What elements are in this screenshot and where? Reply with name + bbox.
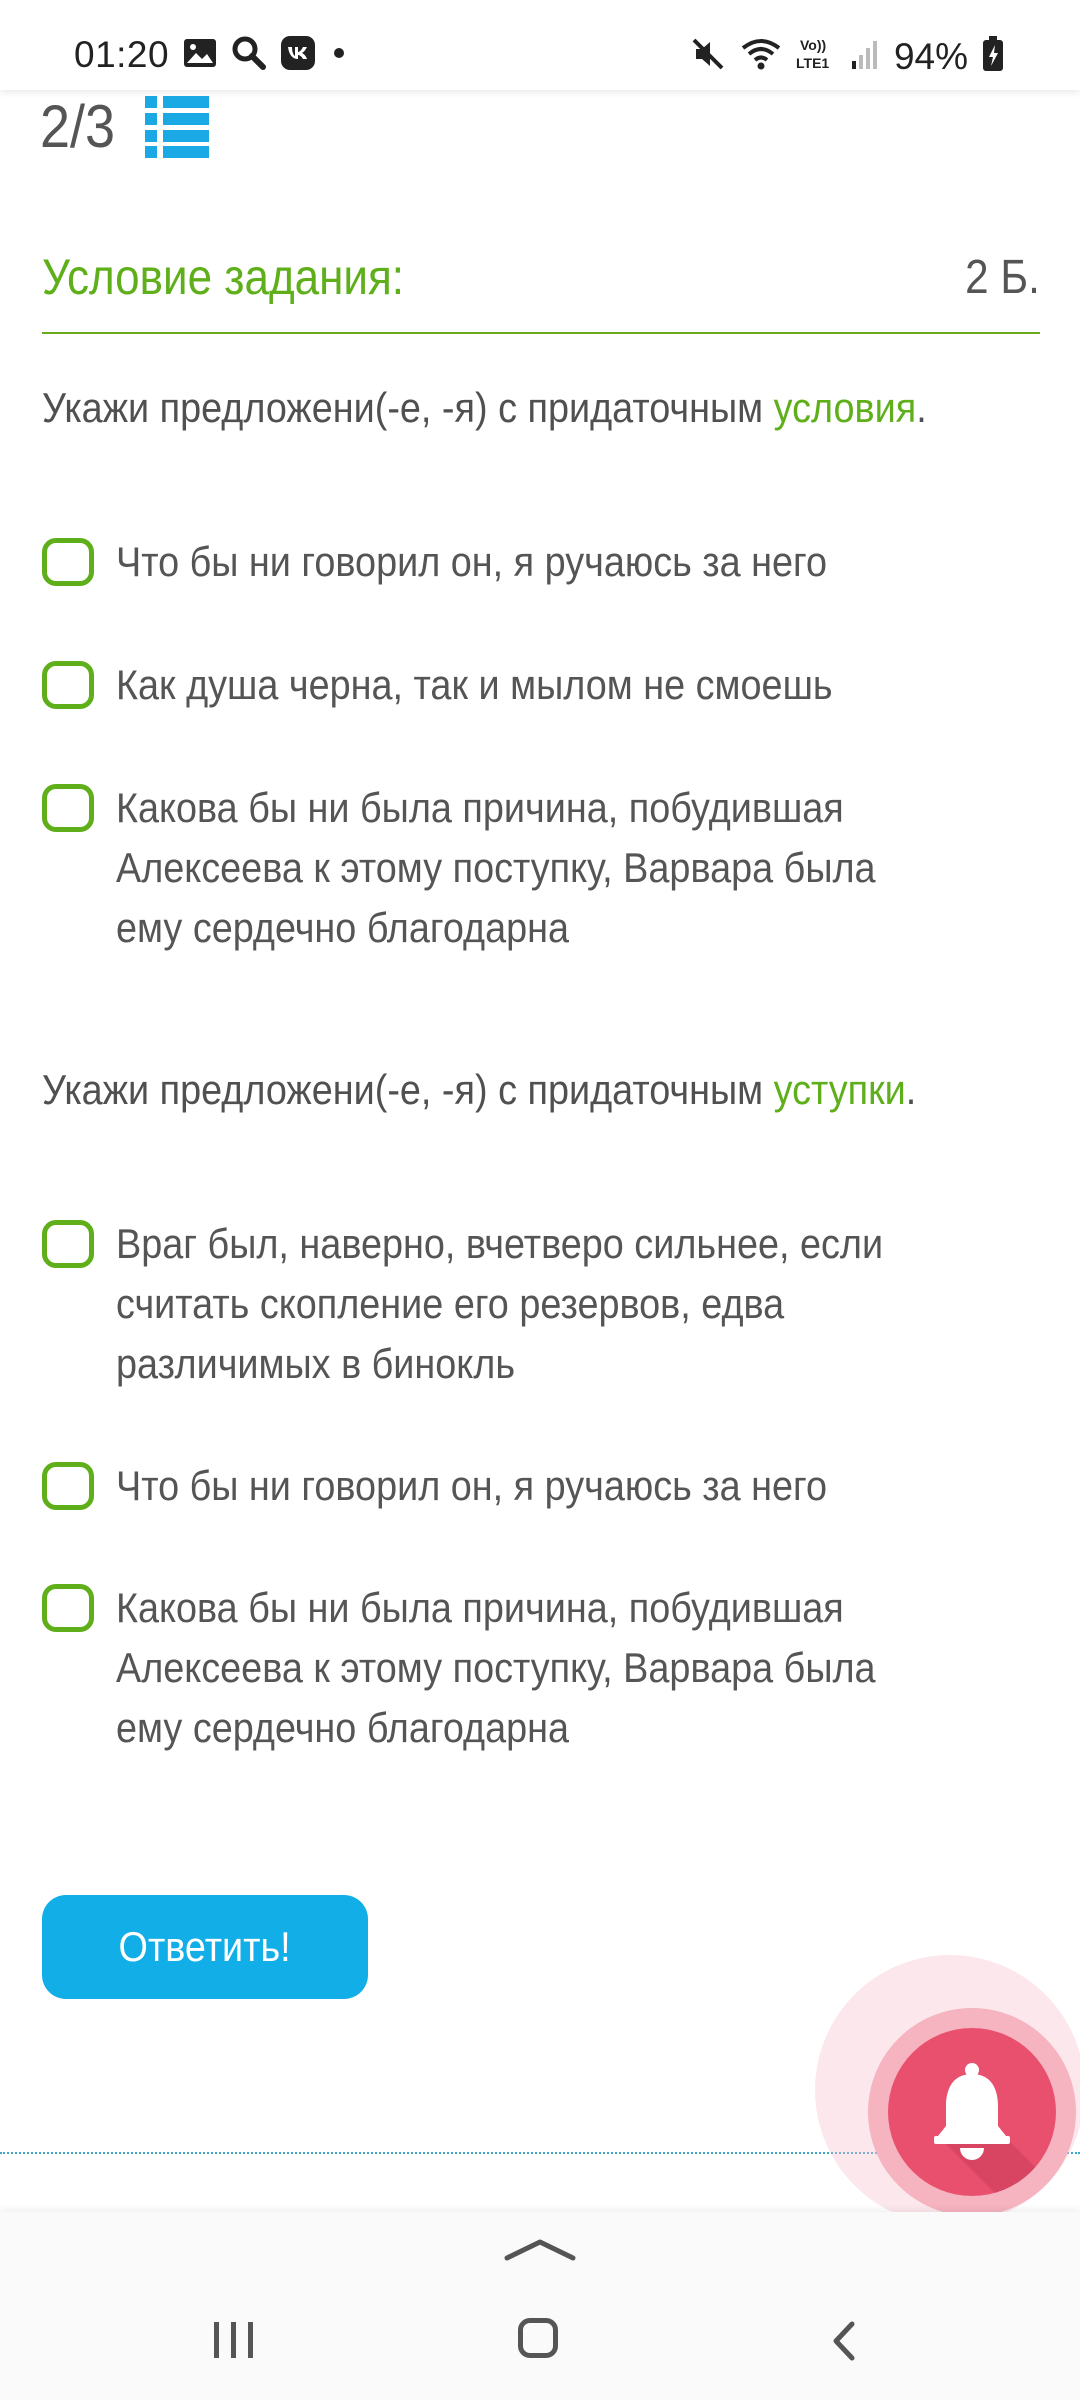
question-suffix: .	[905, 1066, 917, 1113]
image-icon	[183, 38, 217, 73]
signal-icon	[850, 37, 880, 76]
option-text: Как душа черна, так и мылом не смоешь	[116, 661, 833, 708]
question-prefix: Укажи предложени(-е, -я) с придаточным	[42, 1066, 774, 1113]
task-title: Условие задания:	[42, 249, 405, 305]
battery-percent: 94%	[893, 35, 968, 77]
answer-button[interactable]: Ответить!	[42, 1895, 368, 1999]
question-2-prompt: Укажи предложени(-е, -я) с придаточным у…	[42, 1066, 916, 1114]
question-suffix: .	[916, 384, 927, 431]
option-text: Какова бы ни была причина, побудившая Ал…	[116, 784, 876, 951]
question-accent: условия	[773, 384, 917, 431]
option-text: Что бы ни говорил он, я ручаюсь за него	[116, 1462, 828, 1509]
navigation-bar	[0, 2212, 1080, 2400]
checkbox[interactable]	[42, 1462, 94, 1510]
swipe-up-handle-icon[interactable]	[503, 2234, 577, 2269]
checkbox[interactable]	[42, 538, 94, 586]
option-q2-2[interactable]: Что бы ни говорил он, я ручаюсь за него	[42, 1456, 1042, 1516]
checkbox[interactable]	[42, 661, 94, 709]
svg-text:Vo)): Vo))	[800, 37, 826, 53]
option-text: Что бы ни говорил он, я ручаюсь за него	[116, 538, 828, 585]
status-left: 01:20	[74, 34, 349, 76]
question-accent: уступки	[773, 1066, 906, 1113]
option-q2-1[interactable]: Враг был, наверно, вчетверо сильнее, есл…	[42, 1214, 1042, 1394]
option-text: Какова бы ни была причина, побудившая Ал…	[116, 1584, 876, 1751]
option-q1-1[interactable]: Что бы ни говорил он, я ручаюсь за него	[42, 532, 1042, 592]
question-prefix: Укажи предложени(-е, -я) с придаточным	[42, 384, 774, 431]
checkbox[interactable]	[42, 1220, 94, 1268]
question-1-prompt: Укажи предложени(-е, -я) с придаточным у…	[42, 384, 927, 432]
status-bar: 01:20 Vo)) LTE1 94%	[0, 0, 1080, 90]
counter-text: 2/3	[40, 93, 116, 160]
option-text: Враг был, наверно, вчетверо сильнее, есл…	[116, 1220, 884, 1387]
svg-text:LTE1: LTE1	[796, 55, 829, 71]
option-q1-2[interactable]: Как душа черна, так и мылом не смоешь	[42, 655, 1042, 715]
task-points: 2 Б.	[965, 251, 1040, 304]
option-q1-3[interactable]: Какова бы ни была причина, побудившая Ал…	[42, 778, 1042, 958]
checkbox[interactable]	[42, 1584, 94, 1632]
dot-icon	[329, 43, 349, 68]
option-q2-3[interactable]: Какова бы ни была причина, побудившая Ал…	[42, 1578, 1042, 1758]
recent-apps-icon[interactable]	[214, 2322, 253, 2358]
notification-bell-button[interactable]	[888, 2028, 1056, 2196]
status-time: 01:20	[74, 34, 170, 75]
search-icon	[231, 35, 267, 76]
mute-icon	[690, 36, 726, 77]
wifi-icon	[740, 36, 782, 77]
battery-icon	[982, 36, 1004, 77]
back-icon[interactable]	[828, 2320, 858, 2367]
volte-icon: Vo)) LTE1	[796, 34, 836, 79]
task-header: Условие задания: 2 Б.	[42, 240, 1040, 334]
list-icon[interactable]	[145, 95, 210, 158]
status-right: Vo)) LTE1 94%	[690, 34, 1004, 79]
checkbox[interactable]	[42, 784, 94, 832]
vk-icon	[281, 35, 316, 75]
home-icon[interactable]	[518, 2318, 558, 2358]
answer-button-label: Ответить!	[118, 1923, 292, 1970]
bell-icon	[934, 2063, 1056, 2196]
question-counter: 2/3	[40, 92, 210, 161]
